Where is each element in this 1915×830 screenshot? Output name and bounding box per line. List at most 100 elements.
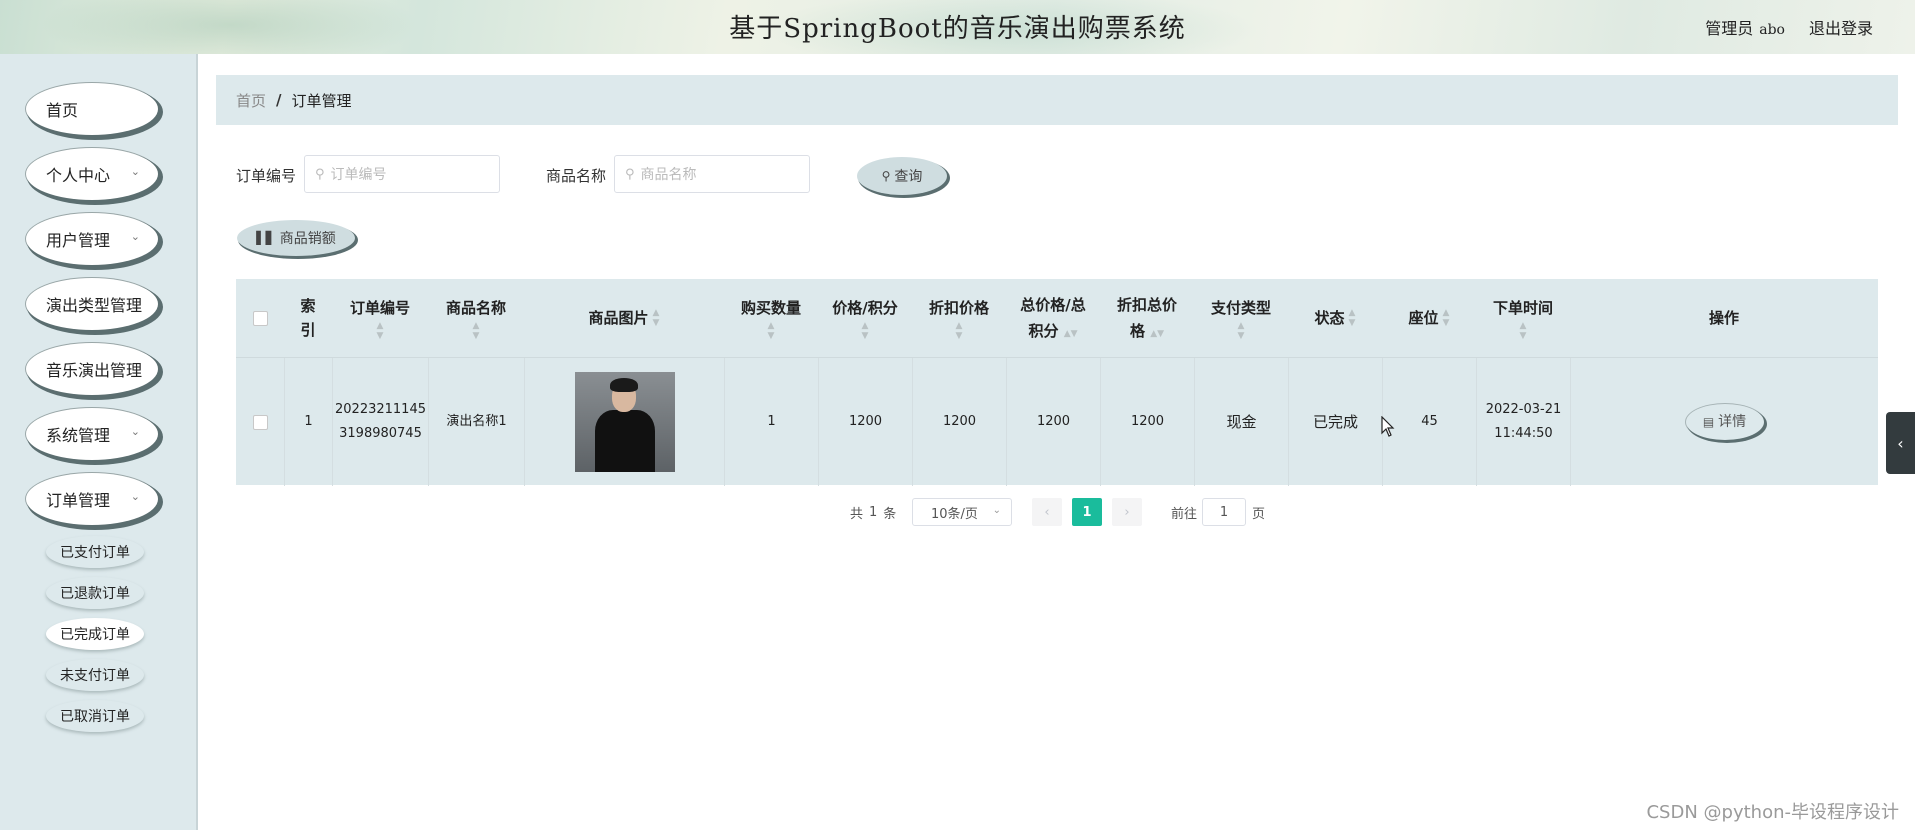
pagination-total: 共 1 条 — [850, 498, 896, 526]
total-count: 1 — [869, 504, 878, 520]
detail-button-label: 详情 — [1718, 414, 1747, 430]
col-pay-type-label: 支付类型 — [1210, 299, 1271, 317]
sort-icon[interactable]: ▲▼ — [1520, 321, 1527, 341]
table-header: 索引 订单编号 ▲ ▼ 商品名称 ▲ ▼ 商品图片 ▲ ▼ 购买数量 ▲ ▼ 价格/积分… — [236, 279, 1878, 357]
sort-icon[interactable]: ▲▼ — [862, 321, 869, 341]
col-total-price-points-line2: 积分 ▲▼ — [1028, 318, 1077, 344]
sort-icon[interactable]: ▲▼ — [1150, 329, 1164, 339]
col-product-name[interactable]: 商品名称 ▲ ▼ — [428, 279, 524, 357]
watermark: CSDN @python-毕设程序设计 — [1646, 802, 1899, 823]
col-quantity[interactable]: 购买数量 ▲ ▼ — [724, 279, 818, 357]
cell-pay-type: 现金 — [1194, 358, 1288, 486]
user-role: 管理员 — [1705, 19, 1754, 38]
side-drawer-toggle[interactable]: ‹ — [1886, 412, 1915, 474]
page-size-select[interactable]: 10条/页 ⌄ — [912, 498, 1012, 526]
col-discount-total-label-a: 折扣总价 — [1116, 296, 1177, 314]
row-select-cell — [236, 358, 284, 486]
sidebar-item-personal-center[interactable]: 个人中心 ⌄ — [26, 148, 158, 200]
header-user-area: 管理员 abo 退出登录 — [1705, 15, 1873, 39]
sidebar-item-label: 系统管理 — [46, 426, 111, 445]
chevron-down-icon: ⌄ — [130, 425, 140, 438]
sort-icon[interactable]: ▲▼ — [1349, 308, 1356, 328]
breadcrumb-current: 订单管理 — [291, 91, 352, 110]
cell-product-image — [524, 358, 724, 486]
col-order-no[interactable]: 订单编号 ▲ ▼ — [332, 279, 428, 357]
col-price-points[interactable]: 价格/积分 ▲ ▼ — [818, 279, 912, 357]
cell-order-no-part2: 3198980745 — [339, 426, 422, 441]
col-status[interactable]: 状态 ▲ ▼ — [1288, 279, 1382, 357]
sidebar-subitem-cancelled-orders[interactable]: 已取消订单 — [46, 700, 144, 732]
sidebar-item-label: 演出类型管理 — [46, 296, 143, 315]
user-info: 管理员 abo — [1705, 15, 1785, 39]
cell-status: 已完成 — [1288, 358, 1382, 486]
sidebar-item-label: 首页 — [46, 101, 79, 120]
next-page-button[interactable]: › — [1112, 498, 1142, 526]
order-no-label: 订单编号 — [236, 167, 297, 185]
col-discount-total-label-b: 格 — [1129, 322, 1145, 340]
breadcrumb-home[interactable]: 首页 — [236, 90, 266, 111]
sidebar-subitem-unpaid-orders[interactable]: 未支付订单 — [46, 659, 144, 691]
col-total-price-points-label-b: 积分 — [1028, 322, 1059, 340]
sort-icon[interactable]: ▲▼ — [653, 308, 660, 328]
sidebar-subitem-paid-orders[interactable]: 已支付订单 — [46, 536, 144, 568]
col-seat-label: 座位 — [1408, 309, 1439, 327]
col-discount-price[interactable]: 折扣价格 ▲ ▼ — [912, 279, 1006, 357]
product-name-placeholder: 商品名称 — [640, 167, 697, 183]
col-discount-total[interactable]: 折扣总价 格 ▲▼ — [1100, 279, 1194, 357]
sidebar-item-label: 用户管理 — [46, 231, 111, 250]
sidebar-item-system-management[interactable]: 系统管理 ⌄ — [26, 408, 158, 460]
prev-page-button[interactable]: ‹ — [1032, 498, 1062, 526]
sidebar-item-show-type-management[interactable]: 演出类型管理 — [26, 278, 158, 330]
sort-icon[interactable]: ▲▼ — [473, 321, 480, 341]
search-icon: ⚲ — [315, 166, 325, 182]
col-discount-price-label: 折扣价格 — [928, 299, 989, 317]
goto-page-input[interactable]: 1 — [1202, 498, 1246, 526]
top-header: 基于SpringBoot的音乐演出购票系统 管理员 abo 退出登录 — [0, 0, 1915, 54]
col-product-image[interactable]: 商品图片 ▲ ▼ — [524, 279, 724, 357]
cell-order-clock: 11:44:50 — [1494, 426, 1553, 441]
sort-icon[interactable]: ▲▼ — [1443, 308, 1450, 328]
sidebar-subitem-completed-orders[interactable]: 已完成订单 — [46, 618, 144, 650]
sort-icon[interactable]: ▲▼ — [377, 321, 384, 341]
product-name-input[interactable]: ⚲ 商品名称 — [614, 155, 810, 193]
sort-icon[interactable]: ▲▼ — [1238, 321, 1245, 341]
chevron-down-icon: ⌄ — [130, 165, 140, 178]
page-number-current[interactable]: 1 — [1072, 498, 1102, 526]
sidebar-item-user-management[interactable]: 用户管理 ⌄ — [26, 213, 158, 265]
cell-order-date: 2022-03-21 — [1485, 402, 1562, 417]
chevron-left-icon: ‹ — [1897, 433, 1904, 453]
sidebar-item-home[interactable]: 首页 — [26, 83, 158, 135]
col-index[interactable]: 索引 — [284, 279, 332, 357]
sidebar-item-music-show-management[interactable]: 音乐演出管理 — [26, 343, 158, 395]
col-total-price-points-label-a: 总价格/总 — [1020, 296, 1086, 314]
row-checkbox[interactable] — [252, 414, 268, 430]
detail-button[interactable]: ▤ 详情 — [1685, 404, 1764, 440]
table-row: 1 20223211145 3198980745 演出名称1 1 1200 12… — [236, 357, 1878, 486]
sales-amount-button-label: 商品销额 — [279, 231, 336, 247]
select-all-checkbox[interactable] — [252, 310, 268, 326]
sidebar: 首页 个人中心 ⌄ 用户管理 ⌄ 演出类型管理 音乐演出管理 系统管理 ⌄ 订单… — [0, 54, 198, 830]
chevron-up-icon: ⌄ — [130, 490, 140, 503]
sort-icon[interactable]: ▲▼ — [768, 321, 775, 341]
cell-discount-total: 1200 — [1100, 358, 1194, 486]
search-icon: ⚲ — [881, 169, 891, 183]
query-button[interactable]: ⚲ 查询 — [857, 157, 947, 195]
order-no-input[interactable]: ⚲ 订单编号 — [304, 155, 500, 193]
goto-prefix: 前往 — [1171, 506, 1198, 522]
chevron-left-icon: ‹ — [1044, 504, 1050, 520]
col-order-time[interactable]: 下单时间 ▲ ▼ — [1476, 279, 1570, 357]
col-product-name-label: 商品名称 — [445, 299, 506, 317]
cell-total-price-points: 1200 — [1006, 358, 1100, 486]
sidebar-item-order-management[interactable]: 订单管理 ⌄ — [26, 473, 158, 525]
chevron-right-icon: › — [1124, 504, 1130, 520]
sort-icon[interactable]: ▲▼ — [1064, 329, 1078, 339]
col-product-image-label: 商品图片 — [588, 309, 649, 327]
col-pay-type[interactable]: 支付类型 ▲ ▼ — [1194, 279, 1288, 357]
sort-icon[interactable]: ▲▼ — [956, 321, 963, 341]
sidebar-subitem-refunded-orders[interactable]: 已退款订单 — [46, 577, 144, 609]
col-seat[interactable]: 座位 ▲ ▼ — [1382, 279, 1476, 357]
logout-link[interactable]: 退出登录 — [1809, 15, 1873, 39]
col-total-price-points[interactable]: 总价格/总 积分 ▲▼ — [1006, 279, 1100, 357]
sales-amount-button[interactable]: ▌▋ 商品销额 — [237, 220, 355, 256]
product-photo[interactable] — [574, 372, 675, 472]
